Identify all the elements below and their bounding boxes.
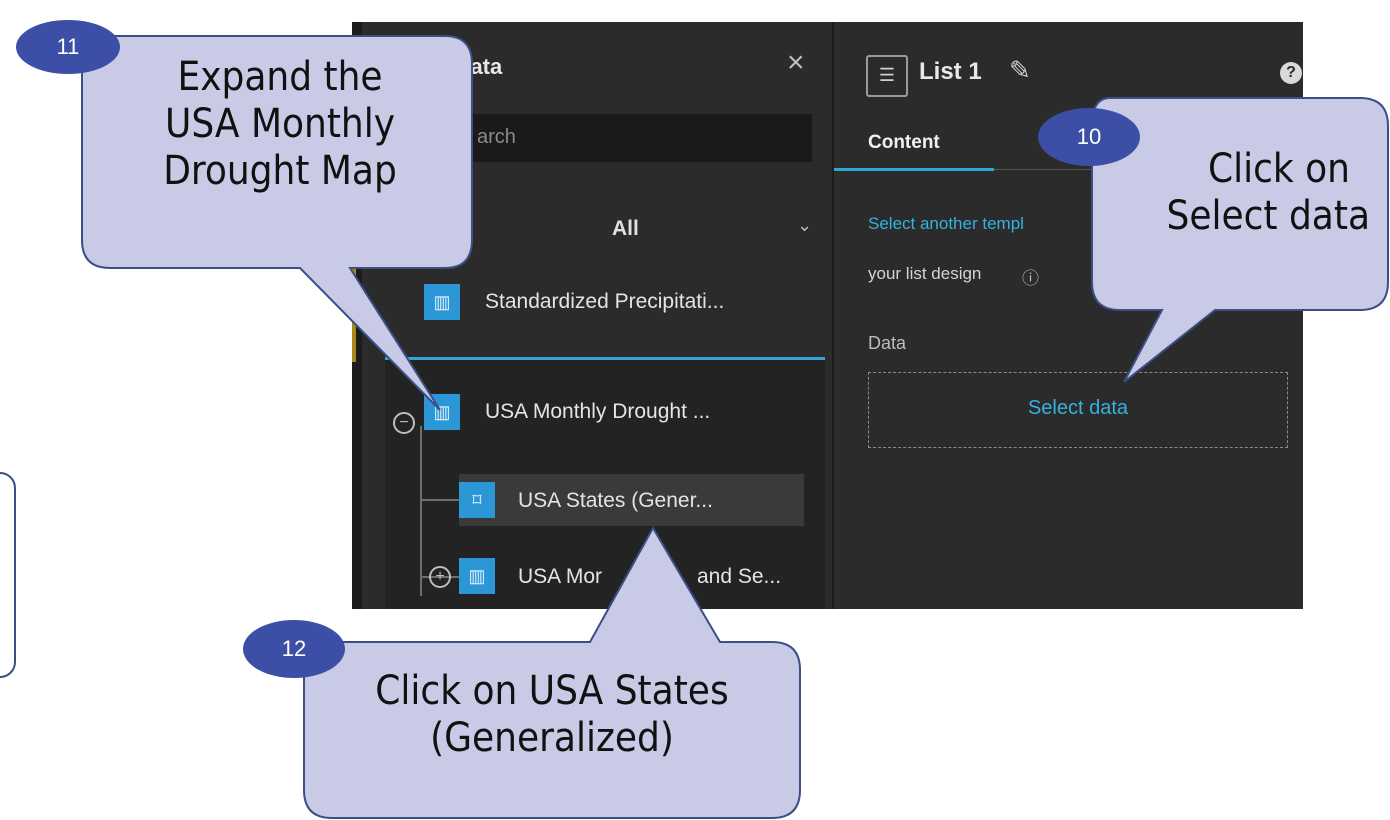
list-item-label-usa-states: USA States (Gener... <box>518 489 713 512</box>
map-icon: ▥ <box>424 394 460 430</box>
callout-11-line1: Expand the <box>177 54 383 100</box>
tree-connector <box>420 499 460 501</box>
callout-11-line2: USA Monthly <box>164 101 396 148</box>
select-data-label: Select data <box>1027 397 1129 419</box>
info-icon[interactable]: ⓘ <box>1022 264 1039 289</box>
callout-10-line2: Select data <box>1166 193 1370 240</box>
tab-content[interactable]: Content <box>868 132 940 154</box>
callout-12-line2: (Generalized) <box>430 715 674 762</box>
search-placeholder: arch <box>477 126 516 148</box>
help-icon[interactable]: ? <box>1280 62 1302 84</box>
edit-icon[interactable]: ✎ <box>1009 55 1031 86</box>
step-badge-11: 11 <box>16 20 120 74</box>
accent-strip <box>352 252 356 362</box>
app-screenshot: data × arch All ⌄ ▥ Standardized Precipi… <box>352 22 1303 609</box>
collapse-icon[interactable]: − <box>393 412 415 434</box>
callout-11-text: Expand the USA Monthly Drought Map <box>110 54 450 196</box>
layer-icon: ⌑ <box>459 482 495 518</box>
select-template-link[interactable]: Select another templ <box>868 214 1024 234</box>
callout-12-line1: Click on USA States <box>375 668 729 714</box>
filter-dropdown[interactable]: All ⌄ <box>572 209 812 255</box>
list-item-usa-monthly-seasonal[interactable]: USA Mor <box>518 565 602 589</box>
design-text: your list design <box>868 264 982 283</box>
panel-title: data <box>457 54 503 79</box>
callout-11-line3: Drought Map <box>163 148 397 195</box>
callout-12-text: Click on USA States (Generalized) <box>304 668 800 762</box>
tab-underline <box>834 168 994 171</box>
callout-10-line1: Click on <box>1207 146 1350 192</box>
search-input[interactable]: arch <box>402 114 812 162</box>
filter-value: All <box>612 217 639 240</box>
list-item-standardized-precip[interactable]: Standardized Precipitati... <box>485 290 724 314</box>
map-icon: ▥ <box>459 558 495 594</box>
list-icon: ☰ <box>866 55 908 97</box>
callout-10-text: Click on Select data <box>1100 146 1385 240</box>
callout-fragment <box>0 472 16 678</box>
list-item-usa-monthly-drought[interactable]: USA Monthly Drought ... <box>485 400 710 424</box>
map-icon: ▥ <box>424 284 460 320</box>
widget-title: List 1 <box>919 58 982 85</box>
expand-icon[interactable]: + <box>429 566 451 588</box>
tree-connector <box>420 426 422 596</box>
select-data-button[interactable]: Select data <box>868 372 1288 448</box>
close-icon[interactable]: × <box>787 48 805 78</box>
data-label: Data <box>868 333 907 353</box>
chevron-down-icon: ⌄ <box>797 215 813 235</box>
list-item-usa-monthly-seasonal-suffix: and Se... <box>697 565 782 588</box>
